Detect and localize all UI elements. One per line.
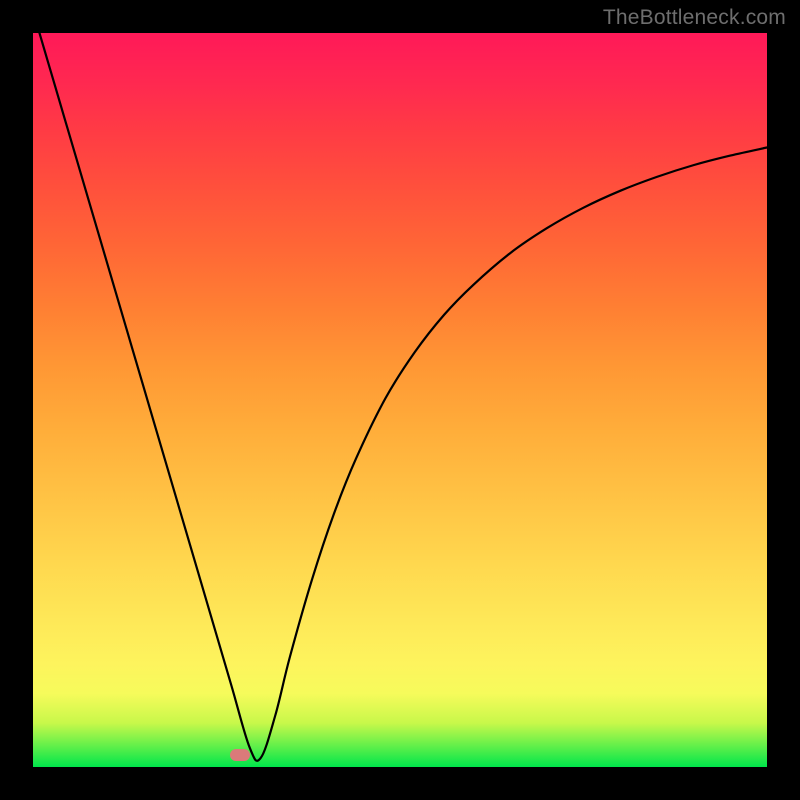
- plot-area: [33, 33, 767, 767]
- optimum-marker: [230, 749, 250, 761]
- watermark-label: TheBottleneck.com: [603, 6, 786, 30]
- chart-frame: TheBottleneck.com: [0, 0, 800, 800]
- curve-path: [33, 33, 767, 761]
- bottleneck-curve: [33, 33, 767, 767]
